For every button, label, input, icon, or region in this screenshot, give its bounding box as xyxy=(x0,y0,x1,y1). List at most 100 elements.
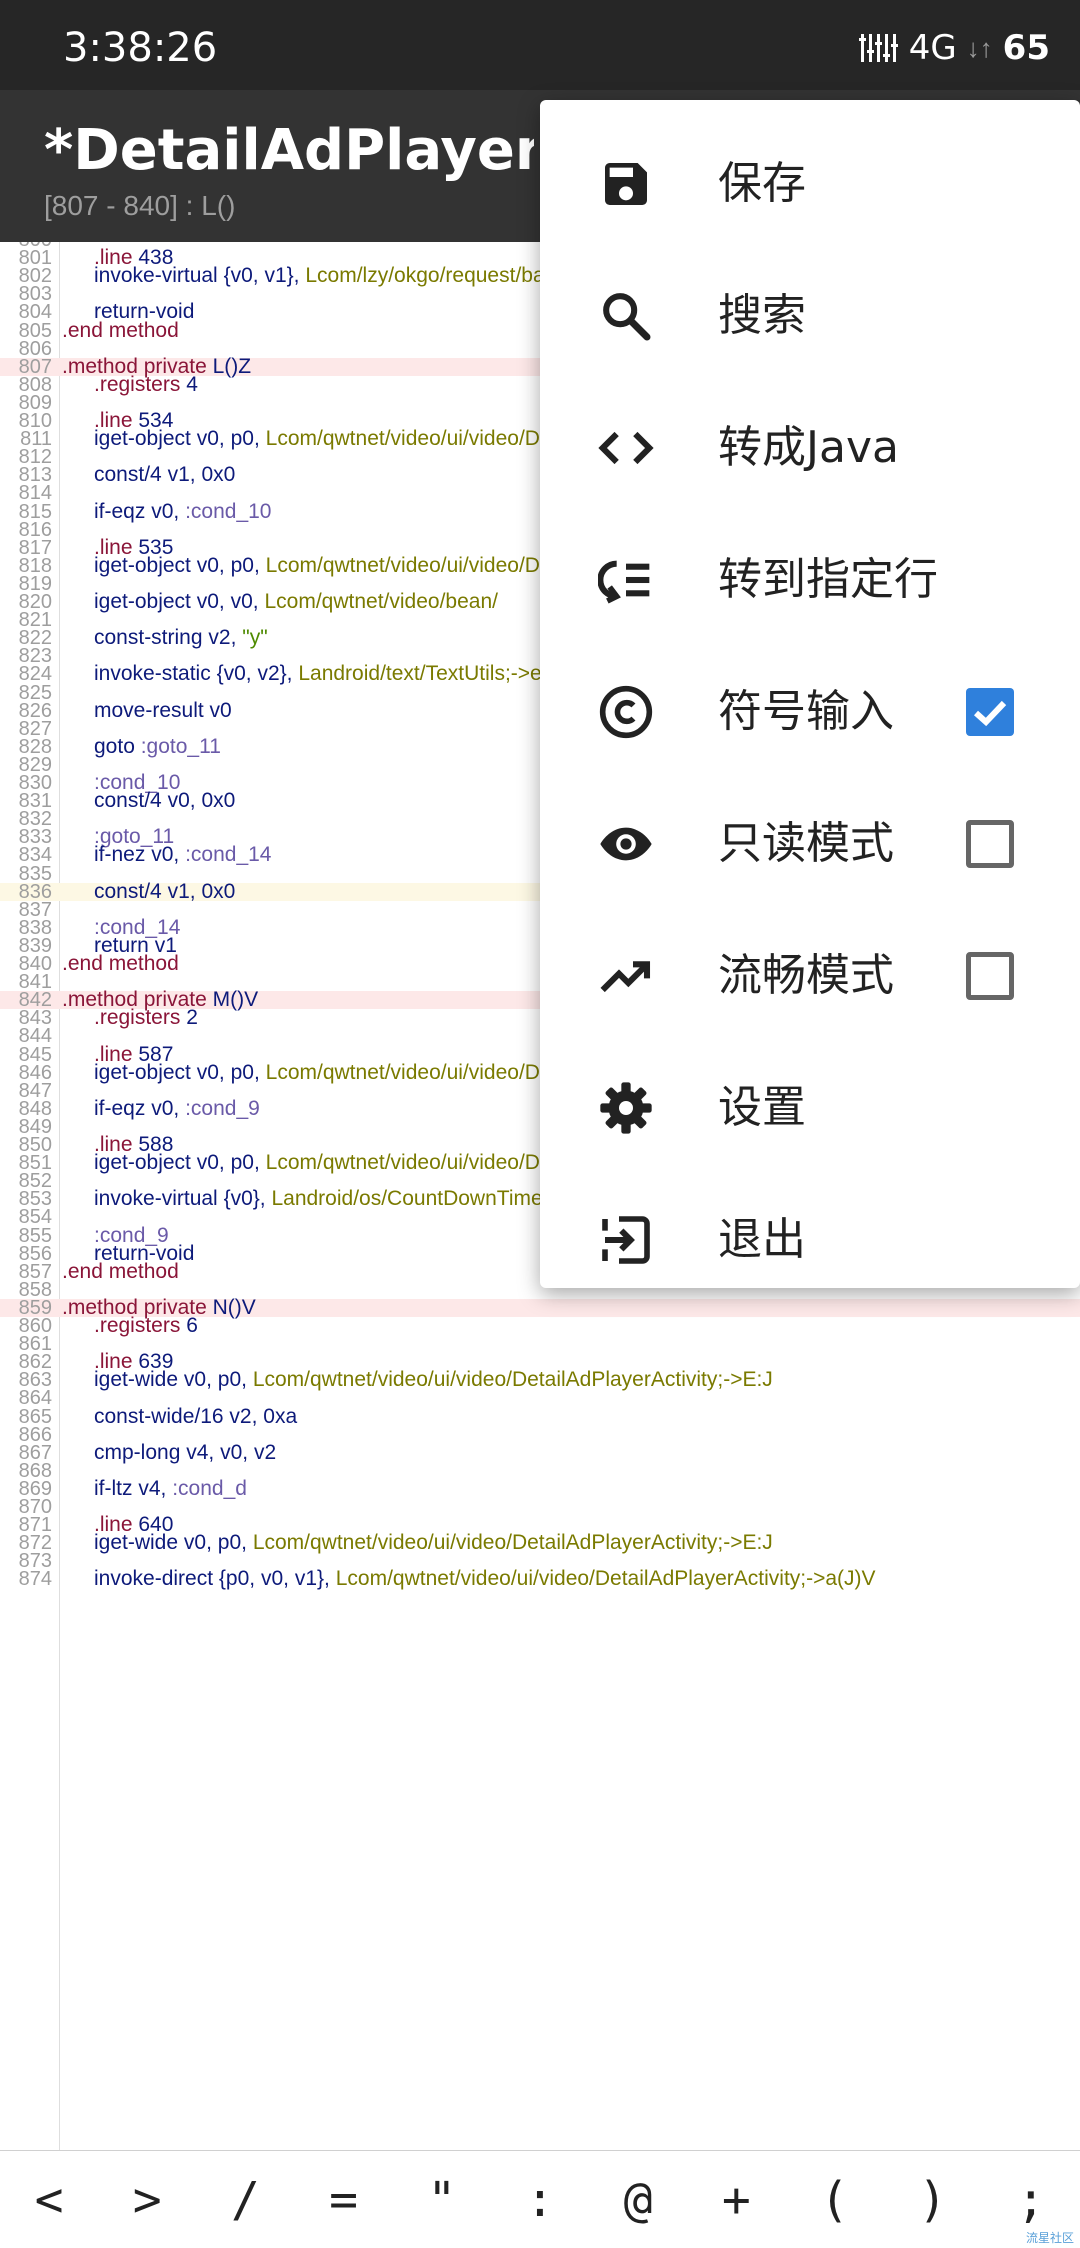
menu-item-symbol-input[interactable]: 符号输入 xyxy=(540,646,1080,778)
line-number: 814 xyxy=(18,482,52,505)
menu-item-to-java[interactable]: 转成Java xyxy=(540,382,1080,514)
code-icon xyxy=(598,431,654,465)
menu-label: 退出 xyxy=(718,1214,806,1265)
line-number: 834 xyxy=(18,844,52,867)
menu-label: 只读模式 xyxy=(718,818,894,869)
goto-line-icon xyxy=(598,560,650,604)
status-icons: 4G ↓↑ 65 xyxy=(858,26,1050,70)
line-number: 805 xyxy=(18,319,52,342)
code-text: const/4 v0, 0x0 xyxy=(94,789,236,813)
copyright-icon xyxy=(599,685,653,739)
line-number: 857 xyxy=(18,1260,52,1283)
symbol-key[interactable]: : xyxy=(495,2151,585,2248)
line-number: 855 xyxy=(18,1224,52,1247)
line-number: 865 xyxy=(18,1405,52,1428)
line-number: 827 xyxy=(18,717,52,740)
line-number: 836 xyxy=(18,880,52,903)
code-line[interactable]: 867 cmp-long v4, v0, v2 xyxy=(0,1440,1080,1464)
code-text: if-ltz v4, :cond_d xyxy=(94,1476,247,1500)
line-number: 844 xyxy=(18,1025,52,1048)
status-time: 3:38:26 xyxy=(63,25,218,71)
symbol-key[interactable]: < xyxy=(4,2151,94,2248)
code-line[interactable]: 872 iget-wide v0, p0, Lcom/qwtnet/video/u… xyxy=(0,1531,1080,1555)
code-text: iget-wide v0, p0, Lcom/qwtnet/video/ui/v… xyxy=(94,1531,773,1555)
code-text: move-result v0 xyxy=(94,698,232,722)
code-text: iget-object v0, v0, Lcom/qwtnet/video/be… xyxy=(94,590,498,613)
menu-label: 设置 xyxy=(718,1082,806,1133)
menu-item-exit[interactable]: 退出 xyxy=(540,1174,1080,1306)
code-text: .registers 6 xyxy=(94,1314,198,1337)
menu-item-save[interactable]: 保存 xyxy=(540,118,1080,250)
code-text: .end method xyxy=(62,952,179,975)
symbol-key[interactable]: / xyxy=(200,2151,290,2248)
search-icon xyxy=(603,293,651,341)
method-range: [807 - 840] : L() xyxy=(44,190,236,221)
symbol-key[interactable]: ( xyxy=(789,2151,879,2248)
code-line[interactable]: 860 .registers 6 xyxy=(0,1314,1080,1337)
line-number: 847 xyxy=(18,1079,52,1102)
battery-level: 65 xyxy=(1002,28,1050,68)
symbol-key[interactable]: > xyxy=(102,2151,192,2248)
overflow-menu: 保存 搜索 转成Java 转到指定行 符号输入 只读模式 流畅模式 设置 退出 xyxy=(540,100,1080,1288)
code-text: if-nez v0, :cond_14 xyxy=(94,843,272,867)
code-text: invoke-direct {p0, v0, v1}, Lcom/qwtnet/… xyxy=(94,1567,876,1591)
menu-label: 流畅模式 xyxy=(718,950,894,1001)
menu-item-search[interactable]: 搜索 xyxy=(540,250,1080,382)
menu-item-goto-line[interactable]: 转到指定行 xyxy=(540,514,1080,646)
code-text: .end method xyxy=(62,318,179,342)
line-number: 864 xyxy=(18,1387,52,1410)
line-number: 815 xyxy=(18,500,52,523)
code-text: const-wide/16 v2, 0xa xyxy=(94,1404,298,1428)
exit-icon xyxy=(602,1216,650,1264)
menu-label: 保存 xyxy=(718,158,806,209)
gear-icon xyxy=(600,1082,652,1134)
menu-item-smooth-mode[interactable]: 流畅模式 xyxy=(540,910,1080,1042)
code-text: goto :goto_11 xyxy=(94,734,221,758)
line-number: 874 xyxy=(18,1568,52,1591)
line-number: 826 xyxy=(18,699,52,722)
line-number: 854 xyxy=(18,1206,52,1229)
code-text: if-eqz v0, :cond_9 xyxy=(94,1096,260,1120)
page-title: *DetailAdPlayerA… xyxy=(44,118,534,183)
check-icon xyxy=(973,700,1007,727)
line-number: 867 xyxy=(18,1441,52,1464)
line-number: 804 xyxy=(18,301,52,324)
network-type: 4G xyxy=(908,28,957,68)
menu-label: 转到指定行 xyxy=(718,554,938,605)
symbol-input-bar: < > / = ": @ +(); xyxy=(0,2150,1080,2248)
code-text: const/4 v1, 0x0 xyxy=(94,463,236,487)
code-line[interactable]: 869 if-ltz v4, :cond_d xyxy=(0,1476,1080,1500)
trending-up-icon xyxy=(600,961,651,993)
line-number: 806 xyxy=(18,337,52,360)
symbol-key[interactable]: @ xyxy=(593,2151,683,2248)
line-number: 824 xyxy=(18,663,52,686)
menu-item-settings[interactable]: 设置 xyxy=(540,1042,1080,1174)
code-text: .registers 4 xyxy=(94,372,198,396)
code-text: cmp-long v4, v0, v2 xyxy=(94,1440,277,1464)
symbol-key[interactable]: + xyxy=(691,2151,781,2248)
code-text: iget-wide v0, p0, Lcom/qwtnet/video/ui/v… xyxy=(94,1368,773,1392)
code-text: const-string v2, "y" xyxy=(94,626,268,650)
read-only-checkbox[interactable] xyxy=(966,820,1014,868)
save-icon xyxy=(605,163,647,205)
symbol-key[interactable]: ) xyxy=(888,2151,978,2248)
code-text: const/4 v1, 0x0 xyxy=(94,879,236,903)
symbol-input-checkbox[interactable] xyxy=(966,688,1014,736)
line-number: 837 xyxy=(18,898,52,921)
symbol-key[interactable]: " xyxy=(397,2151,487,2248)
menu-label: 转成Java xyxy=(718,422,899,473)
line-number: 866 xyxy=(18,1423,52,1446)
menu-label: 符号输入 xyxy=(718,686,894,737)
code-text: if-eqz v0, :cond_10 xyxy=(94,499,272,523)
line-number: 845 xyxy=(18,1043,52,1066)
line-number: 807 xyxy=(18,355,52,378)
smooth-mode-checkbox[interactable] xyxy=(966,952,1014,1000)
code-text: .end method xyxy=(62,1259,179,1283)
symbol-key[interactable]: = xyxy=(299,2151,389,2248)
line-number: 825 xyxy=(18,681,52,704)
menu-item-read-only[interactable]: 只读模式 xyxy=(540,778,1080,910)
code-line[interactable]: 874 invoke-direct {p0, v0, v1}, Lcom/qwtn… xyxy=(0,1567,1080,1591)
eye-icon xyxy=(600,827,652,861)
code-line[interactable]: 865 const-wide/16 v2, 0xa xyxy=(0,1404,1080,1428)
code-line[interactable]: 863 iget-wide v0, p0, Lcom/qwtnet/video/u… xyxy=(0,1368,1080,1392)
